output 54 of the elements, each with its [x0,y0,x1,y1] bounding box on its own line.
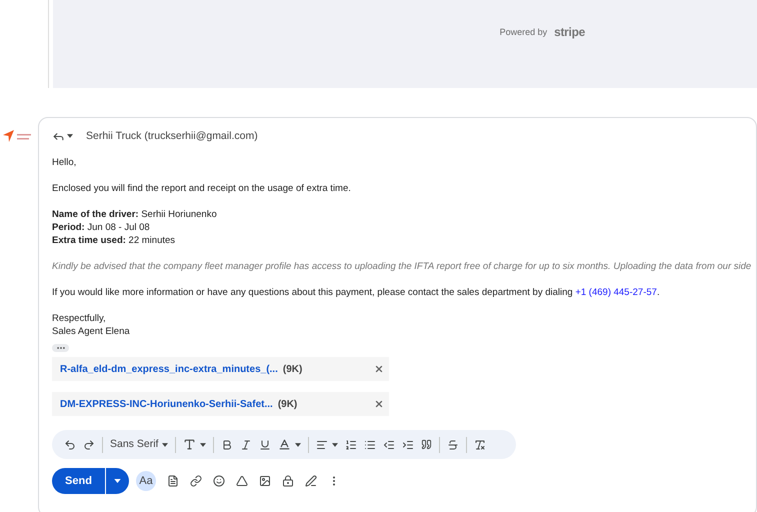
indent-more-icon[interactable] [402,438,414,450]
brand-logo: stripe [554,25,585,39]
body-text: If you would like more information or have any questions about this payment, please contact the sales department by dialing +1 (469) 445-27-57. [52,286,661,299]
triangle-icon[interactable] [236,475,248,487]
powered-by-text: Powered by [500,26,548,39]
attachment-size: (9K) [282,362,302,376]
body-text: Respectfully, [52,312,107,325]
clear-formatting-icon[interactable] [474,438,486,450]
attachment-chip[interactable]: R-alfa_eld-dm_express_inc-extra_minutes_(... (9K) [52,357,389,381]
close-icon[interactable] [374,399,384,409]
quote-icon[interactable] [421,439,432,450]
underline-icon[interactable] [259,438,272,450]
link-icon[interactable] [190,475,202,487]
attachment-name[interactable]: DM-EXPRESS-INC-Horiunenko-Serhii-Safet... [60,398,273,410]
body-text: Sales Agent Elena [52,325,131,338]
send-button[interactable]: Send [52,468,105,494]
body-text: Extra time used: 22 minutes [52,234,176,247]
caret-icon[interactable] [295,442,302,446]
attachment-name[interactable]: R-alfa_eld-dm_express_inc-extra_minutes_(... [60,362,278,376]
recipient-text[interactable]: Serhii Truck (truckserhii@gmail.com) [86,130,258,142]
show-trimmed-button[interactable] [52,344,69,352]
send-options-button[interactable] [106,468,129,494]
note-text: Kindly be advised that the company fleet manager profile has access to uploading the IFTA report free of charge for up to six months. Uploading the data from our side [52,260,752,273]
font-select[interactable]: Sans Serif [110,438,158,451]
indent-less-icon[interactable] [383,438,396,450]
formatting-options-button[interactable]: Aa [136,471,156,491]
strikethrough-icon[interactable] [447,438,460,450]
attachment-chip[interactable]: DM-EXPRESS-INC-Horiunenko-Serhii-Safet... (9K) [52,392,389,416]
body-text: Name of the driver: Serhii Horiunenko [52,208,218,221]
bold-icon[interactable] [221,438,234,450]
company-logo-icon [3,130,33,144]
text-color-icon[interactable] [278,438,292,451]
undo-icon[interactable] [64,438,76,450]
document-icon[interactable] [167,475,179,487]
numbered-list-icon[interactable] [345,438,358,450]
close-icon[interactable] [374,364,384,374]
phone-link[interactable]: +1 (469) 445-27-57 [575,287,657,298]
redo-icon[interactable] [83,438,95,450]
image-icon[interactable] [259,475,271,487]
body-text: Period: Jun 08 - Jul 08 [52,221,151,234]
body-text: Enclosed you will find the report and receipt on the usage of extra time. [52,182,352,195]
caret-icon[interactable] [114,479,121,483]
caret-icon[interactable] [332,442,338,446]
italic-icon[interactable] [240,438,252,450]
attachment-size: (9K) [278,398,298,410]
caret-icon[interactable] [67,134,73,138]
body-text: Hello, [52,156,78,169]
emoji-icon[interactable] [213,475,225,487]
caret-icon[interactable] [200,442,206,446]
text-size-icon[interactable] [183,438,196,451]
pen-icon[interactable] [305,475,317,487]
caret-icon[interactable] [162,442,168,446]
align-icon[interactable] [316,438,328,450]
lock-icon[interactable] [282,475,294,487]
